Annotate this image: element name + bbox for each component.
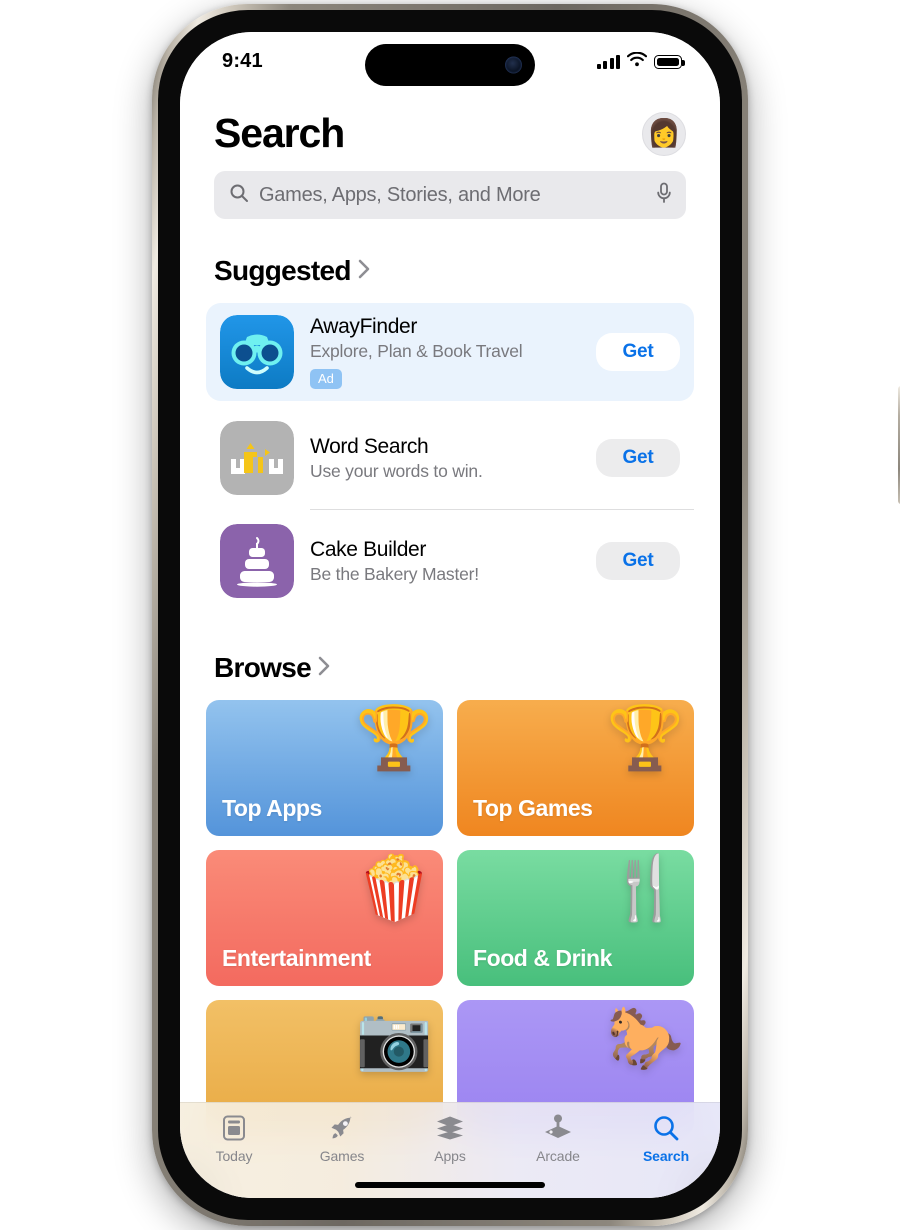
screenshot-stage: Search 👩 Games, Apps, Stories, and More … — [0, 0, 900, 1230]
list-item[interactable]: Cake Builder Be the Bakery Master! Get — [206, 510, 694, 612]
tab-label: Arcade — [536, 1148, 580, 1164]
chevron-right-icon — [358, 258, 371, 285]
chevron-right-icon — [318, 655, 331, 682]
suggested-ad-card[interactable]: AwayFinder Explore, Plan & Book Travel A… — [206, 303, 694, 401]
browse-tiles-grid: 🏆 Top Apps 🏆 Top Games 🍿 Entertainment 🍴… — [180, 700, 720, 1136]
podium-star-icon: 🏆 — [355, 704, 433, 773]
microphone-icon[interactable] — [655, 182, 673, 209]
browse-title: Browse — [214, 652, 312, 683]
tab-arcade[interactable]: Arcade — [504, 1113, 612, 1164]
browse-tile-top-apps[interactable]: 🏆 Top Apps — [206, 700, 443, 836]
screen-header: Search 👩 — [180, 110, 720, 157]
app-name: Word Search — [310, 434, 429, 458]
suggested-title: Suggested — [214, 255, 352, 286]
browse-tile-entertainment[interactable]: 🍿 Entertainment — [206, 850, 443, 986]
today-newspaper-icon — [221, 1113, 247, 1143]
suggested-app-list: Word Search Use your words to win. Get C… — [206, 401, 694, 612]
get-button[interactable]: Get — [596, 439, 680, 477]
fork-knife-cup-icon: 🍴 — [606, 854, 684, 923]
tab-label: Apps — [434, 1148, 466, 1164]
search-icon — [652, 1113, 680, 1143]
suggested-section-header[interactable]: Suggested — [180, 255, 720, 287]
browse-tile-top-games[interactable]: 🏆 Top Games — [457, 700, 694, 836]
ad-badge: Ad — [310, 369, 342, 389]
tab-search[interactable]: Search — [612, 1113, 720, 1164]
app-name: AwayFinder — [310, 315, 417, 338]
home-indicator[interactable] — [355, 1182, 545, 1188]
tab-games[interactable]: Games — [288, 1113, 396, 1164]
tab-label: Games — [319, 1148, 365, 1164]
tab-label: Search — [642, 1148, 690, 1164]
app-name: Cake Builder — [310, 537, 427, 561]
search-icon — [229, 183, 249, 208]
device-bezel: Search 👩 Games, Apps, Stories, and More … — [158, 10, 742, 1220]
rocket-icon — [328, 1113, 356, 1143]
search-placeholder: Games, Apps, Stories, and More — [259, 183, 541, 206]
get-button[interactable]: Get — [596, 333, 680, 371]
tile-label: Top Apps — [222, 795, 322, 821]
get-button[interactable]: Get — [596, 542, 680, 580]
page-title: Search — [214, 110, 345, 156]
tab-label: Today — [215, 1148, 253, 1164]
tab-today[interactable]: Today — [180, 1113, 288, 1164]
phone-screen: Search 👩 Games, Apps, Stories, and More … — [180, 32, 720, 1198]
tile-label: Food & Drink — [473, 945, 612, 971]
tile-label: Entertainment — [222, 945, 371, 971]
word-search-app-icon — [220, 421, 294, 495]
search-input[interactable]: Games, Apps, Stories, and More — [214, 171, 686, 219]
app-subtitle: Be the Bakery Master! — [310, 563, 479, 584]
tile-label: Top Games — [473, 795, 593, 821]
app-store-search-screen: Search 👩 Games, Apps, Stories, and More … — [180, 32, 720, 1198]
tab-apps[interactable]: Apps — [396, 1113, 504, 1164]
horse-icon: 🐎 — [606, 1004, 684, 1073]
app-stack-icon — [435, 1113, 465, 1143]
app-subtitle: Use your words to win. — [310, 460, 483, 481]
app-subtitle: Explore, Plan & Book Travel — [310, 341, 523, 361]
popcorn-icon: 🍿 — [355, 854, 433, 923]
iphone-device-frame: Search 👩 Games, Apps, Stories, and More … — [152, 4, 900, 1226]
joystick-icon — [543, 1113, 573, 1143]
podium-star-icon: 🏆 — [606, 704, 684, 773]
cake-app-icon — [220, 524, 294, 598]
camera-icon: 📷 — [355, 1004, 433, 1073]
binoculars-app-icon — [220, 315, 294, 389]
memoji-avatar-icon: 👩 — [647, 118, 681, 148]
list-item[interactable]: Word Search Use your words to win. Get — [206, 407, 694, 509]
list-item: AwayFinder Explore, Plan & Book Travel A… — [220, 315, 680, 389]
browse-section-header[interactable]: Browse — [180, 652, 720, 684]
browse-tile-food-drink[interactable]: 🍴 Food & Drink — [457, 850, 694, 986]
avatar[interactable]: 👩 — [642, 111, 686, 156]
